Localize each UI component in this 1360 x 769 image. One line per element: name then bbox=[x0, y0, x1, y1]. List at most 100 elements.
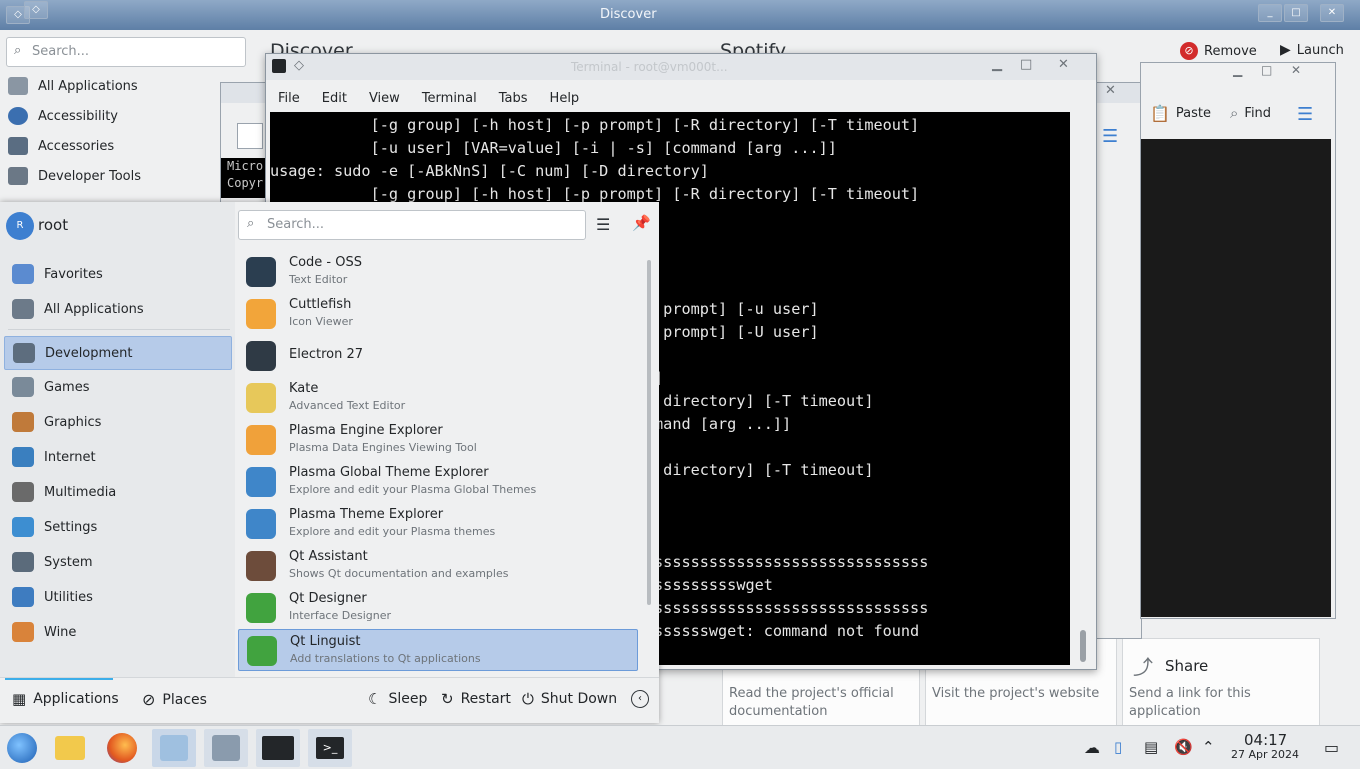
shutdown-button[interactable]: ⏻ Shut Down bbox=[522, 690, 617, 708]
menu-terminal[interactable]: Terminal bbox=[410, 84, 487, 110]
app-item-plasma-theme-explorer[interactable]: Plasma Theme Explorer Explore and edit yo… bbox=[238, 503, 636, 543]
volume-muted-icon[interactable]: 🔇 bbox=[1174, 738, 1194, 758]
terminal-scrollbar[interactable] bbox=[1074, 112, 1092, 665]
taskbar-terminal-2[interactable]: >_ bbox=[308, 729, 352, 767]
restart-button[interactable]: ↻ Restart bbox=[441, 690, 511, 708]
app-item-qt-linguist[interactable]: Qt Linguist Add translations to Qt applic… bbox=[238, 629, 638, 671]
maximize-icon[interactable]: □ bbox=[1284, 4, 1308, 22]
scrollbar-thumb[interactable] bbox=[647, 260, 651, 605]
pin-icon[interactable]: ◇ bbox=[294, 58, 304, 73]
launch-button[interactable]: ▶ Launch bbox=[1280, 42, 1344, 58]
close-icon[interactable]: ✕ bbox=[1058, 57, 1069, 72]
maximize-icon[interactable]: □ bbox=[1261, 63, 1272, 77]
app-name: Cuttlefish bbox=[289, 297, 352, 312]
app-item-kate[interactable]: Kate Advanced Text Editor bbox=[238, 377, 636, 417]
taskbar-discover[interactable] bbox=[152, 729, 196, 767]
clock-time[interactable]: 04:17 bbox=[1244, 731, 1287, 749]
remove-button[interactable]: ⊘ Remove bbox=[1180, 42, 1257, 60]
avatar[interactable]: R bbox=[6, 212, 34, 240]
pin-icon[interactable]: 📌 bbox=[632, 214, 651, 232]
maximize-icon[interactable]: □ bbox=[1020, 57, 1032, 72]
taskbar-file-manager[interactable] bbox=[48, 729, 92, 767]
category-all-applications[interactable]: All Applications bbox=[4, 293, 230, 325]
category-utilities[interactable]: Utilities bbox=[4, 581, 230, 613]
launcher-scrollbar[interactable] bbox=[645, 260, 653, 670]
paste-label: Paste bbox=[1175, 106, 1212, 121]
menu-view[interactable]: View bbox=[357, 84, 410, 110]
close-icon[interactable]: ✕ bbox=[1291, 63, 1301, 77]
app-name: Code - OSS bbox=[289, 255, 362, 270]
app-item-code-oss[interactable]: Code - OSS Text Editor bbox=[238, 251, 636, 291]
category-development[interactable]: Development bbox=[4, 336, 232, 370]
discover-category-accessories[interactable]: Accessories bbox=[8, 133, 114, 159]
discover-category-all-applications[interactable]: All Applications bbox=[8, 73, 138, 99]
hamburger-menu-icon[interactable]: ☰ bbox=[1102, 126, 1118, 147]
find-button[interactable]: ⌕ Find bbox=[1230, 104, 1271, 122]
developer-tools-icon bbox=[8, 167, 28, 185]
discover-titlebar: ◇ ◇ Discover _ □ ✕ bbox=[0, 0, 1360, 30]
app-item-plasma-global-theme-explorer[interactable]: Plasma Global Theme Explorer Explore and … bbox=[238, 461, 636, 501]
multimedia-icon bbox=[12, 482, 34, 502]
category-label: Favorites bbox=[44, 266, 103, 282]
show-desktop-icon[interactable]: ▭ bbox=[1324, 738, 1344, 758]
cloud-upload-icon[interactable]: ☁ bbox=[1084, 738, 1104, 758]
tab-places[interactable]: ⊘ Places bbox=[142, 690, 207, 709]
discover-search-input[interactable]: ⌕ Search... bbox=[6, 37, 246, 67]
menu-tabs[interactable]: Tabs bbox=[487, 84, 538, 110]
close-icon[interactable]: ✕ bbox=[1105, 83, 1125, 101]
chevron-up-icon[interactable]: ⌃ bbox=[1202, 738, 1222, 758]
card-description: Visit the project's website bbox=[932, 686, 1100, 701]
minimize-icon[interactable]: _ bbox=[1258, 4, 1282, 22]
tab-applications[interactable]: ▦ Applications bbox=[12, 690, 119, 708]
button-label: Shut Down bbox=[540, 691, 618, 707]
menu-file[interactable]: File bbox=[266, 84, 310, 110]
app-item-electron-27[interactable]: Electron 27 bbox=[238, 335, 636, 375]
terminal-titlebar: ◇ Terminal - root@vm000t... ▁ □ ✕ bbox=[266, 54, 1096, 80]
taskbar-system-settings[interactable] bbox=[204, 729, 248, 767]
category-graphics[interactable]: Graphics bbox=[4, 406, 230, 438]
app-item-cuttlefish[interactable]: Cuttlefish Icon Viewer bbox=[238, 293, 636, 333]
hamburger-menu-icon[interactable]: ☰ bbox=[1297, 104, 1313, 125]
share-card[interactable]: Share ⤴ Send a link for this application bbox=[1122, 638, 1320, 728]
qt-designer-icon bbox=[246, 593, 276, 623]
window-keep-above-icon[interactable]: ◇ bbox=[24, 1, 48, 19]
app-item-qt-designer[interactable]: Qt Designer Interface Designer bbox=[238, 587, 636, 627]
vscode-icon bbox=[246, 257, 276, 287]
category-multimedia[interactable]: Multimedia bbox=[4, 476, 230, 508]
category-games[interactable]: Games bbox=[4, 371, 230, 403]
discover-category-accessibility[interactable]: Accessibility bbox=[8, 103, 118, 129]
terminal-icon bbox=[262, 736, 294, 760]
menu-edit[interactable]: Edit bbox=[310, 84, 357, 110]
app-item-qt-assistant[interactable]: Qt Assistant Shows Qt documentation and e… bbox=[238, 545, 636, 585]
minimize-icon[interactable]: ▁ bbox=[1233, 63, 1242, 77]
category-system[interactable]: System bbox=[4, 546, 230, 578]
category-internet[interactable]: Internet bbox=[4, 441, 230, 473]
clock-date[interactable]: 27 Apr 2024 bbox=[1231, 748, 1299, 761]
more-options-button[interactable]: ‹ bbox=[631, 690, 649, 708]
application-launcher-button[interactable] bbox=[0, 729, 44, 767]
discover-category-developer-tools[interactable]: Developer Tools bbox=[8, 163, 141, 189]
paste-button[interactable]: 📋 Paste bbox=[1150, 104, 1211, 123]
konsole-output-area bbox=[1141, 139, 1331, 617]
configure-icon[interactable]: ☰ bbox=[596, 215, 610, 234]
card-description: Send a link for this application bbox=[1129, 686, 1251, 719]
scrollbar-thumb[interactable] bbox=[1080, 630, 1086, 662]
sleep-button[interactable]: ☾ Sleep bbox=[368, 690, 427, 708]
terminal-line: usage: sudo -e [-ABkNnS] [-C num] [-D di… bbox=[270, 162, 709, 180]
minimize-icon[interactable]: ▁ bbox=[992, 57, 1002, 72]
category-wine[interactable]: Wine bbox=[4, 616, 230, 648]
app-item-plasma-engine-explorer[interactable]: Plasma Engine Explorer Plasma Data Engine… bbox=[238, 419, 636, 459]
launcher-search-input[interactable]: ⌕ Search... bbox=[238, 210, 586, 240]
category-favorites[interactable]: Favorites bbox=[4, 258, 230, 290]
new-tab-icon[interactable] bbox=[237, 123, 263, 149]
notes-icon[interactable]: ▤ bbox=[1144, 738, 1164, 758]
category-settings[interactable]: Settings bbox=[4, 511, 230, 543]
menu-help[interactable]: Help bbox=[538, 84, 590, 110]
taskbar-firefox[interactable] bbox=[100, 729, 144, 767]
search-placeholder: Search... bbox=[32, 44, 90, 59]
separator bbox=[8, 329, 230, 330]
clipboard-icon[interactable]: ▯ bbox=[1114, 738, 1134, 758]
start-menu-icon bbox=[7, 733, 37, 763]
taskbar-terminal-1[interactable] bbox=[256, 729, 300, 767]
close-icon[interactable]: ✕ bbox=[1320, 4, 1344, 22]
